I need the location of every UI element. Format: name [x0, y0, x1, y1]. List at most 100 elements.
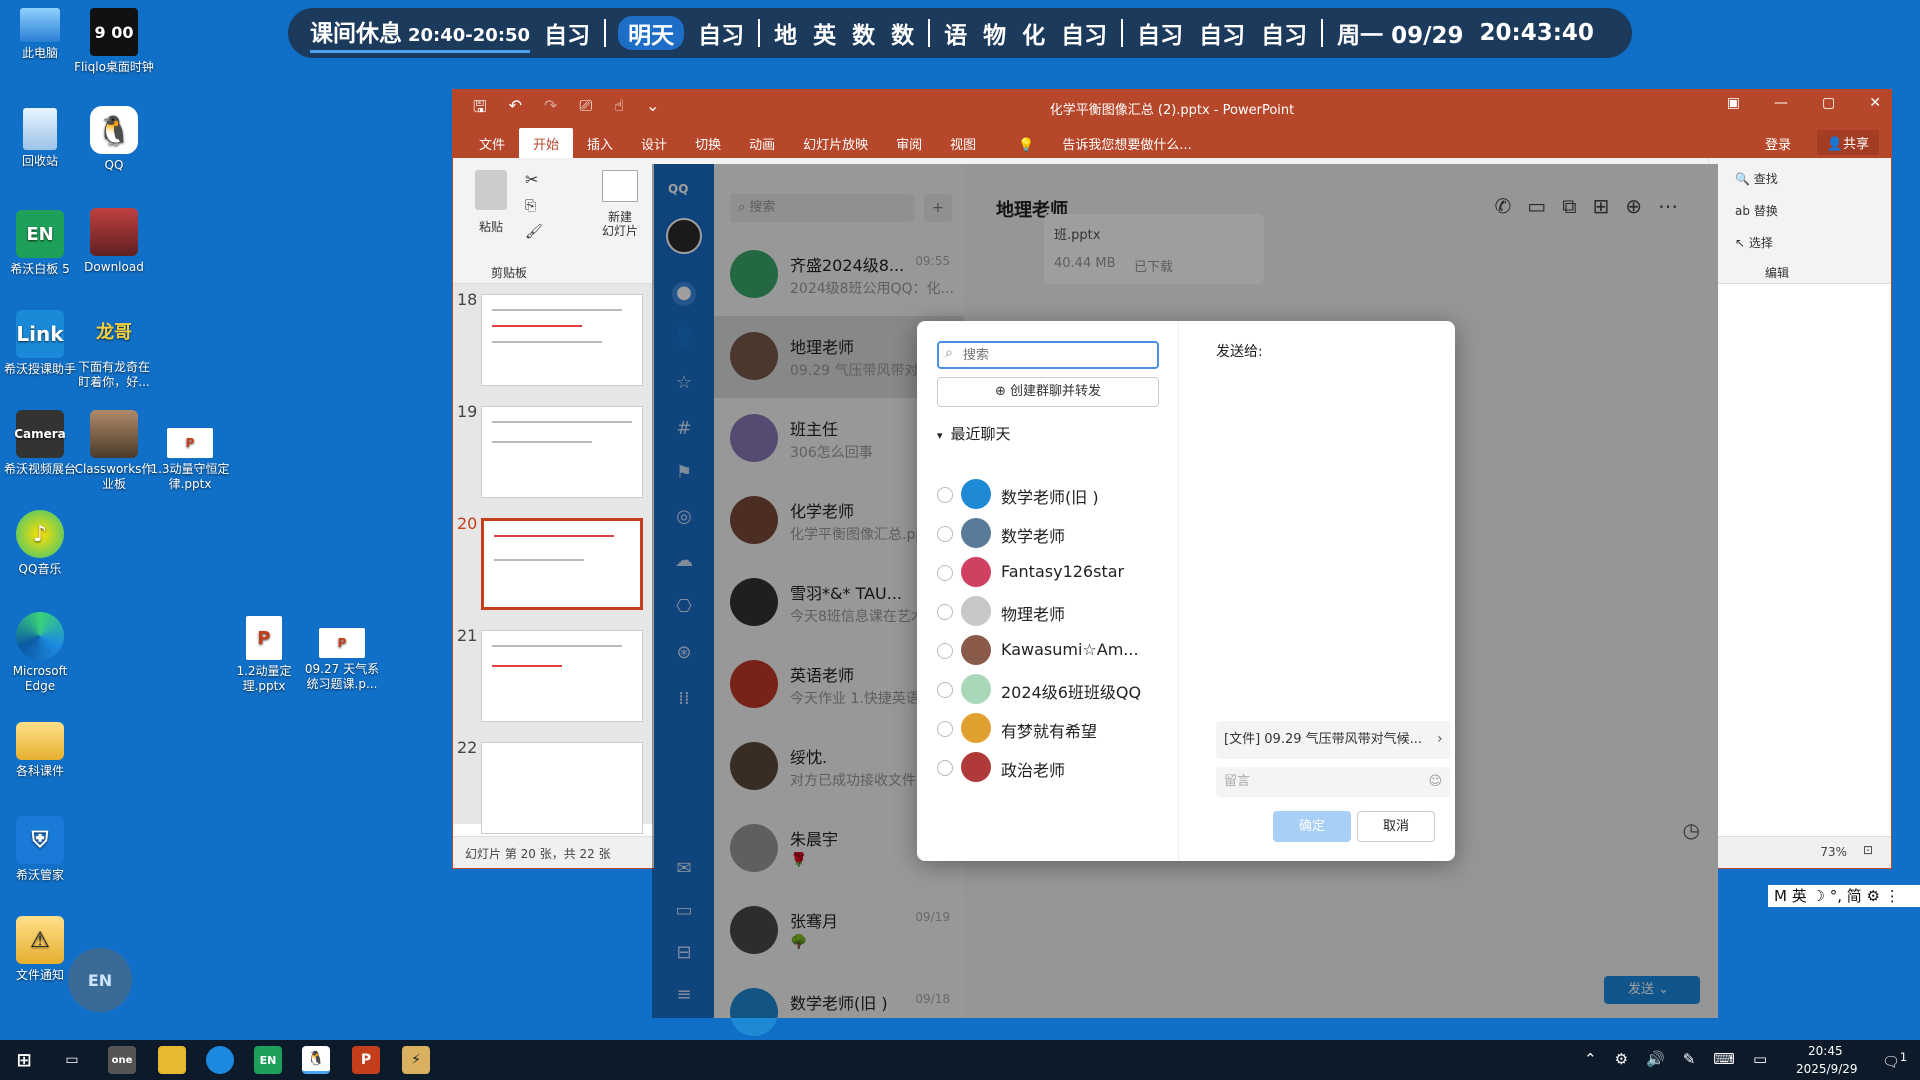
- folder-icon: [16, 722, 64, 760]
- desktop-icon-seewo-link[interactable]: Link 希沃授课助手: [0, 310, 80, 377]
- tray-app-icon[interactable]: ⚙: [1615, 1050, 1646, 1068]
- radio-button[interactable]: [937, 487, 953, 503]
- desktop-icon-courseware[interactable]: 各科课件: [0, 722, 80, 779]
- qq-icon[interactable]: 🐧: [302, 1046, 330, 1074]
- recent-chats-header[interactable]: ▾ 最近聊天: [937, 423, 1011, 444]
- emoji-icon[interactable]: ☺: [1428, 767, 1442, 797]
- app-icon[interactable]: ⚡: [402, 1046, 430, 1074]
- powerpoint-icon[interactable]: P: [352, 1046, 380, 1074]
- desktop-icon-fliqlo[interactable]: 9 00 Fliqlo桌面时钟: [74, 8, 154, 75]
- format-painter-icon[interactable]: 🖌: [525, 224, 543, 240]
- find-button[interactable]: 🔍 查找: [1735, 170, 1778, 187]
- notification-icon[interactable]: 🗨1: [1882, 1050, 1907, 1071]
- taskbar-time[interactable]: 20:45: [1808, 1044, 1843, 1058]
- en-icon[interactable]: EN: [254, 1046, 282, 1074]
- cancel-button[interactable]: 取消: [1357, 811, 1435, 842]
- cursor-icon: ↖: [1735, 236, 1746, 250]
- new-slide-button[interactable]: 新建 幻灯片: [595, 170, 645, 238]
- desktop-icon-image[interactable]: 龙哥 下面有龙奇在盯着你，好...: [74, 308, 154, 390]
- chevron-up-icon[interactable]: ⌃: [1584, 1050, 1615, 1068]
- tab-insert[interactable]: 插入: [573, 128, 627, 159]
- tab-view[interactable]: 视图: [936, 128, 990, 159]
- copy-icon[interactable]: ⎘: [525, 198, 536, 214]
- start-icon[interactable]: ⊞: [10, 1046, 38, 1074]
- radio-button[interactable]: [937, 565, 953, 581]
- recent-contact-row[interactable]: 政治老师: [935, 748, 1175, 788]
- radio-button[interactable]: [937, 604, 953, 620]
- minimize-icon[interactable]: —: [1774, 95, 1788, 111]
- radio-button[interactable]: [937, 760, 953, 776]
- tab-animations[interactable]: 动画: [735, 128, 789, 159]
- slide-number: 20: [457, 514, 478, 533]
- cut-icon[interactable]: ✂: [525, 170, 538, 189]
- radio-button[interactable]: [937, 721, 953, 737]
- task-view-icon[interactable]: ▭: [58, 1046, 86, 1074]
- confirm-button[interactable]: 确定: [1273, 811, 1351, 842]
- desktop-icon-recycle-bin[interactable]: 回收站: [0, 108, 80, 169]
- desktop-icon-download[interactable]: Download: [74, 208, 154, 275]
- desktop-icon-qqmusic[interactable]: ♪ QQ音乐: [0, 510, 80, 577]
- tab-slideshow[interactable]: 幻灯片放映: [789, 128, 882, 159]
- message-input[interactable]: 留言 ☺: [1216, 767, 1450, 797]
- tell-me-input[interactable]: 💡 告诉我您想要做什么...: [990, 128, 1220, 159]
- fit-slide-icon[interactable]: ⊡: [1863, 843, 1873, 857]
- ppt-titlebar: 🖫 ↶ ↷ ⎚ ☝ ⌄ 化学平衡图像汇总 (2).pptx - PowerPoi…: [453, 90, 1891, 159]
- recent-contact-row[interactable]: 数学老师: [935, 514, 1175, 554]
- desktop-icon-edge[interactable]: Microsoft Edge: [0, 612, 80, 694]
- floating-en-button[interactable]: EN: [68, 948, 132, 1012]
- share-button[interactable]: 👤共享: [1816, 130, 1879, 155]
- create-group-forward-button[interactable]: ⊕ 创建群聊并转发: [937, 377, 1159, 407]
- recent-contact-row[interactable]: 2024级6班班级QQ: [935, 670, 1175, 710]
- volume-icon[interactable]: 🔊: [1646, 1050, 1683, 1068]
- close-icon[interactable]: ✕: [1869, 95, 1881, 111]
- zoom-level[interactable]: 73%: [1820, 845, 1847, 859]
- forward-file-preview[interactable]: [文件] 09.29 气压带风带对气候...: [1216, 721, 1450, 759]
- desktop-icon-seewo-guard[interactable]: ⛨ 希沃管家: [0, 816, 80, 883]
- replace-button[interactable]: ab 替换: [1735, 202, 1778, 219]
- recent-contact-row[interactable]: Kawasumi☆Am...: [935, 631, 1175, 671]
- recent-contact-row[interactable]: Fantasy126star: [935, 553, 1175, 593]
- paste-button[interactable]: 粘贴: [471, 170, 511, 235]
- recent-contact-row[interactable]: 物理老师: [935, 592, 1175, 632]
- desktop-icon-camera[interactable]: Camera 希沃视频展台: [0, 410, 80, 477]
- pptx-icon: P: [319, 628, 365, 658]
- radio-button[interactable]: [937, 643, 953, 659]
- ribbon-display-icon[interactable]: ▣: [1727, 95, 1740, 111]
- desktop-icon-this-pc[interactable]: 此电脑: [0, 8, 80, 61]
- desktop-icon-classworks[interactable]: Classworks作业板: [74, 410, 154, 492]
- slide-thumbnail[interactable]: [481, 406, 643, 498]
- tab-file[interactable]: 文件: [465, 128, 519, 159]
- tab-transitions[interactable]: 切换: [681, 128, 735, 159]
- tab-home[interactable]: 开始: [519, 128, 574, 159]
- desktop-icon-pptx-1-3[interactable]: P 1.3动量守恒定律.pptx: [150, 428, 230, 492]
- ime-toolbar[interactable]: M 英 ☽ °, 简 ⚙ ⋮: [1768, 885, 1920, 907]
- slide-thumbnail[interactable]: [481, 630, 643, 722]
- maximize-icon[interactable]: ▢: [1822, 95, 1835, 111]
- avatar: [961, 596, 991, 626]
- desktop-icon-pptx-0927[interactable]: P 09.27 天气系统习题课.p...: [302, 628, 382, 692]
- tab-review[interactable]: 审阅: [882, 128, 936, 159]
- edge-icon[interactable]: [206, 1046, 234, 1074]
- app-icon[interactable]: one: [108, 1046, 136, 1074]
- desktop-icon-seewo[interactable]: EN 希沃白板 5: [0, 210, 80, 277]
- select-button[interactable]: ↖ 选择: [1735, 234, 1773, 251]
- radio-button[interactable]: [937, 682, 953, 698]
- slide-thumbnail-selected[interactable]: [481, 518, 643, 610]
- login-link[interactable]: 登录: [1765, 134, 1791, 153]
- taskbar-date[interactable]: 2025/9/29: [1796, 1062, 1858, 1076]
- schedule-separator: [604, 19, 607, 47]
- dialog-search-input[interactable]: [963, 346, 1143, 364]
- desktop-icon-label: 各科课件: [15, 764, 64, 778]
- slide-thumbnail[interactable]: [481, 742, 643, 834]
- slide-thumbnail[interactable]: [481, 294, 643, 386]
- recent-contact-row[interactable]: 有梦就有希望: [935, 709, 1175, 749]
- desktop-icon-qq[interactable]: 🐧 QQ: [74, 106, 154, 173]
- desktop-icon[interactable]: ▭: [1753, 1050, 1785, 1068]
- file-explorer-icon[interactable]: [158, 1046, 186, 1074]
- recent-contact-row[interactable]: 数学老师(旧 ): [935, 475, 1175, 515]
- tab-design[interactable]: 设计: [627, 128, 681, 159]
- radio-button[interactable]: [937, 526, 953, 542]
- keyboard-icon[interactable]: ⌨: [1713, 1050, 1753, 1068]
- desktop-icon-pptx-1-2[interactable]: P 1.2动量定理.pptx: [224, 616, 304, 694]
- pen-icon[interactable]: ✎: [1683, 1050, 1714, 1068]
